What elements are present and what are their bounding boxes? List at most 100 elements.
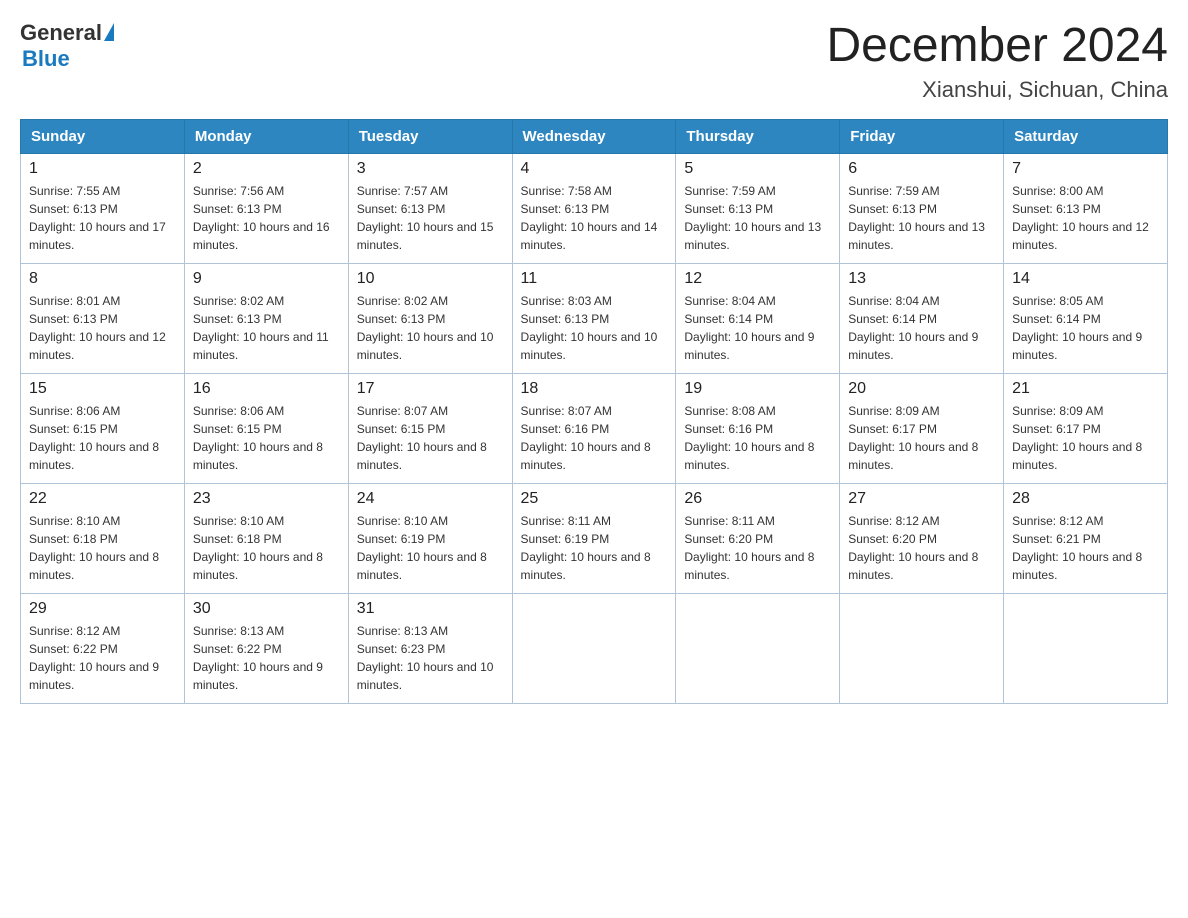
day-info: Sunrise: 8:04 AMSunset: 6:14 PMDaylight:… xyxy=(848,292,995,364)
day-cell: 20 Sunrise: 8:09 AMSunset: 6:17 PMDayligh… xyxy=(840,373,1004,483)
day-number: 8 xyxy=(29,270,176,288)
day-cell: 4 Sunrise: 7:58 AMSunset: 6:13 PMDaylight… xyxy=(512,153,676,263)
header-cell-thursday: Thursday xyxy=(676,119,840,153)
day-info: Sunrise: 8:01 AMSunset: 6:13 PMDaylight:… xyxy=(29,292,176,364)
day-number: 14 xyxy=(1012,270,1159,288)
day-cell: 2 Sunrise: 7:56 AMSunset: 6:13 PMDaylight… xyxy=(184,153,348,263)
day-info: Sunrise: 8:10 AMSunset: 6:18 PMDaylight:… xyxy=(193,512,340,584)
day-cell: 9 Sunrise: 8:02 AMSunset: 6:13 PMDaylight… xyxy=(184,263,348,373)
day-cell: 11 Sunrise: 8:03 AMSunset: 6:13 PMDayligh… xyxy=(512,263,676,373)
day-info: Sunrise: 8:12 AMSunset: 6:20 PMDaylight:… xyxy=(848,512,995,584)
day-cell xyxy=(676,593,840,703)
day-cell: 30Sunrise: 8:13 AMSunset: 6:22 PMDayligh… xyxy=(184,593,348,703)
day-cell: 24 Sunrise: 8:10 AMSunset: 6:19 PMDayligh… xyxy=(348,483,512,593)
week-row-4: 22 Sunrise: 8:10 AMSunset: 6:18 PMDayligh… xyxy=(21,483,1168,593)
day-number: 9 xyxy=(193,270,340,288)
day-number: 27 xyxy=(848,490,995,508)
day-cell: 10 Sunrise: 8:02 AMSunset: 6:13 PMDayligh… xyxy=(348,263,512,373)
day-number: 20 xyxy=(848,380,995,398)
header-cell-friday: Friday xyxy=(840,119,1004,153)
day-number: 3 xyxy=(357,160,504,178)
day-info: Sunrise: 8:02 AMSunset: 6:13 PMDaylight:… xyxy=(193,292,340,364)
day-number: 29 xyxy=(29,600,176,618)
day-cell: 17Sunrise: 8:07 AMSunset: 6:15 PMDayligh… xyxy=(348,373,512,483)
day-info: Sunrise: 8:03 AMSunset: 6:13 PMDaylight:… xyxy=(521,292,668,364)
day-number: 6 xyxy=(848,160,995,178)
day-number: 16 xyxy=(193,380,340,398)
day-cell: 1 Sunrise: 7:55 AMSunset: 6:13 PMDaylight… xyxy=(21,153,185,263)
day-info: Sunrise: 7:59 AMSunset: 6:13 PMDaylight:… xyxy=(848,182,995,254)
day-info: Sunrise: 8:13 AMSunset: 6:23 PMDaylight:… xyxy=(357,622,504,694)
day-info: Sunrise: 8:06 AMSunset: 6:15 PMDaylight:… xyxy=(193,402,340,474)
day-cell: 27 Sunrise: 8:12 AMSunset: 6:20 PMDayligh… xyxy=(840,483,1004,593)
day-info: Sunrise: 8:09 AMSunset: 6:17 PMDaylight:… xyxy=(848,402,995,474)
day-cell: 26 Sunrise: 8:11 AMSunset: 6:20 PMDayligh… xyxy=(676,483,840,593)
day-cell: 14 Sunrise: 8:05 AMSunset: 6:14 PMDayligh… xyxy=(1004,263,1168,373)
day-number: 21 xyxy=(1012,380,1159,398)
day-info: Sunrise: 7:55 AMSunset: 6:13 PMDaylight:… xyxy=(29,182,176,254)
day-number: 13 xyxy=(848,270,995,288)
day-number: 10 xyxy=(357,270,504,288)
day-info: Sunrise: 8:02 AMSunset: 6:13 PMDaylight:… xyxy=(357,292,504,364)
day-info: Sunrise: 7:57 AMSunset: 6:13 PMDaylight:… xyxy=(357,182,504,254)
header-cell-tuesday: Tuesday xyxy=(348,119,512,153)
day-number: 7 xyxy=(1012,160,1159,178)
day-number: 23 xyxy=(193,490,340,508)
week-row-3: 15 Sunrise: 8:06 AMSunset: 6:15 PMDayligh… xyxy=(21,373,1168,483)
day-info: Sunrise: 8:12 AMSunset: 6:22 PMDaylight:… xyxy=(29,622,176,694)
day-cell xyxy=(512,593,676,703)
header-cell-saturday: Saturday xyxy=(1004,119,1168,153)
day-cell: 5Sunrise: 7:59 AMSunset: 6:13 PMDaylight… xyxy=(676,153,840,263)
day-number: 25 xyxy=(521,490,668,508)
day-number: 17 xyxy=(357,380,504,398)
day-info: Sunrise: 8:05 AMSunset: 6:14 PMDaylight:… xyxy=(1012,292,1159,364)
day-cell: 25Sunrise: 8:11 AMSunset: 6:19 PMDayligh… xyxy=(512,483,676,593)
calendar-table: SundayMondayTuesdayWednesdayThursdayFrid… xyxy=(20,119,1168,704)
day-number: 28 xyxy=(1012,490,1159,508)
logo: General Blue xyxy=(20,20,114,72)
day-info: Sunrise: 8:04 AMSunset: 6:14 PMDaylight:… xyxy=(684,292,831,364)
day-number: 22 xyxy=(29,490,176,508)
header-cell-monday: Monday xyxy=(184,119,348,153)
day-cell: 8 Sunrise: 8:01 AMSunset: 6:13 PMDaylight… xyxy=(21,263,185,373)
day-number: 15 xyxy=(29,380,176,398)
day-cell: 3 Sunrise: 7:57 AMSunset: 6:13 PMDaylight… xyxy=(348,153,512,263)
week-row-5: 29 Sunrise: 8:12 AMSunset: 6:22 PMDayligh… xyxy=(21,593,1168,703)
day-info: Sunrise: 7:58 AMSunset: 6:13 PMDaylight:… xyxy=(521,182,668,254)
day-number: 26 xyxy=(684,490,831,508)
day-info: Sunrise: 8:12 AMSunset: 6:21 PMDaylight:… xyxy=(1012,512,1159,584)
day-number: 24 xyxy=(357,490,504,508)
day-cell: 6 Sunrise: 7:59 AMSunset: 6:13 PMDaylight… xyxy=(840,153,1004,263)
day-cell: 29 Sunrise: 8:12 AMSunset: 6:22 PMDayligh… xyxy=(21,593,185,703)
day-cell: 7 Sunrise: 8:00 AMSunset: 6:13 PMDaylight… xyxy=(1004,153,1168,263)
calendar-header: SundayMondayTuesdayWednesdayThursdayFrid… xyxy=(21,119,1168,153)
day-info: Sunrise: 8:06 AMSunset: 6:15 PMDaylight:… xyxy=(29,402,176,474)
day-info: Sunrise: 8:11 AMSunset: 6:20 PMDaylight:… xyxy=(684,512,831,584)
logo-triangle-icon xyxy=(104,23,114,41)
day-info: Sunrise: 8:10 AMSunset: 6:18 PMDaylight:… xyxy=(29,512,176,584)
day-info: Sunrise: 8:00 AMSunset: 6:13 PMDaylight:… xyxy=(1012,182,1159,254)
day-cell: 16 Sunrise: 8:06 AMSunset: 6:15 PMDayligh… xyxy=(184,373,348,483)
day-number: 2 xyxy=(193,160,340,178)
header-cell-wednesday: Wednesday xyxy=(512,119,676,153)
day-number: 31 xyxy=(357,600,504,618)
day-number: 19 xyxy=(684,380,831,398)
day-number: 4 xyxy=(521,160,668,178)
day-info: Sunrise: 7:56 AMSunset: 6:13 PMDaylight:… xyxy=(193,182,340,254)
day-number: 12 xyxy=(684,270,831,288)
day-cell: 21Sunrise: 8:09 AMSunset: 6:17 PMDayligh… xyxy=(1004,373,1168,483)
header-cell-sunday: Sunday xyxy=(21,119,185,153)
logo-general: General xyxy=(20,20,102,46)
day-info: Sunrise: 8:08 AMSunset: 6:16 PMDaylight:… xyxy=(684,402,831,474)
day-number: 30 xyxy=(193,600,340,618)
week-row-1: 1 Sunrise: 7:55 AMSunset: 6:13 PMDaylight… xyxy=(21,153,1168,263)
day-number: 11 xyxy=(521,270,668,288)
day-cell: 19 Sunrise: 8:08 AMSunset: 6:16 PMDayligh… xyxy=(676,373,840,483)
day-number: 1 xyxy=(29,160,176,178)
week-row-2: 8 Sunrise: 8:01 AMSunset: 6:13 PMDaylight… xyxy=(21,263,1168,373)
day-cell: 13 Sunrise: 8:04 AMSunset: 6:14 PMDayligh… xyxy=(840,263,1004,373)
day-cell: 22 Sunrise: 8:10 AMSunset: 6:18 PMDayligh… xyxy=(21,483,185,593)
day-info: Sunrise: 8:10 AMSunset: 6:19 PMDaylight:… xyxy=(357,512,504,584)
calendar-body: 1 Sunrise: 7:55 AMSunset: 6:13 PMDaylight… xyxy=(21,153,1168,703)
logo-blue: Blue xyxy=(22,46,70,72)
